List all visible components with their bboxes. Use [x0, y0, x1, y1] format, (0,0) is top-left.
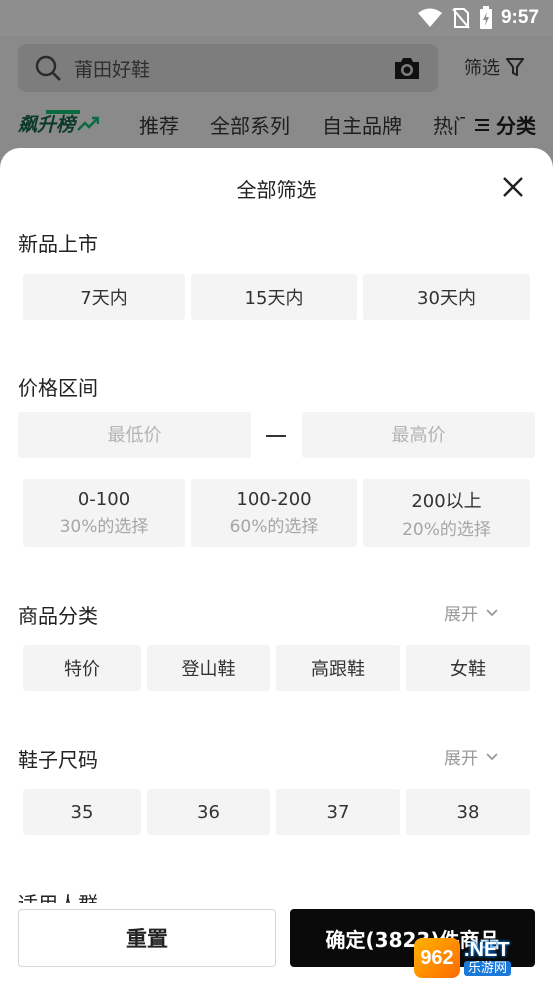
filter-button[interactable]: 筛选 [464, 54, 524, 80]
watermark-badge: 962 [414, 938, 460, 978]
filter-sheet: 全部筛选 新品上市 7天内 15天内 30天内 价格区间 0-100 30%的选… [0, 148, 553, 983]
watermark-cn: 乐游网 [464, 960, 512, 977]
watermark-logo: 962 .NET 乐游网 [414, 936, 550, 980]
watermark-net: .NET [464, 938, 510, 961]
min-price-input[interactable] [18, 412, 251, 458]
category-option[interactable]: 高跟鞋 [276, 645, 400, 691]
price-range-option[interactable]: 100-200 60%的选择 [191, 479, 357, 547]
category-title: 商品分类 [18, 604, 98, 628]
sheet-title: 全部筛选 [236, 178, 317, 202]
close-icon[interactable] [500, 174, 526, 200]
reset-button[interactable]: 重置 [18, 909, 276, 967]
battery-charging-icon [479, 6, 492, 29]
new-arrivals-option[interactable]: 7天内 [23, 274, 185, 320]
price-range-title: 价格区间 [18, 376, 98, 400]
size-option[interactable]: 35 [23, 789, 141, 835]
chevron-down-icon [486, 608, 498, 616]
size-title: 鞋子尺码 [18, 748, 98, 772]
page-header: 莆田好鞋 筛选 飙升榜 推荐 全部系列 自主品牌 热门 分类 [0, 36, 553, 148]
tab-own-brand[interactable]: 自主品牌 [322, 110, 402, 139]
category-option[interactable]: 女鞋 [406, 645, 530, 691]
category-option[interactable]: 登山鞋 [147, 645, 270, 691]
size-option[interactable]: 36 [147, 789, 270, 835]
status-time: 9:57 [500, 7, 539, 28]
tab-hot[interactable]: 热门 [433, 110, 465, 139]
status-bar: 9:57 [0, 0, 553, 36]
range-dash [266, 435, 286, 437]
search-icon [35, 55, 61, 81]
camera-icon[interactable] [392, 54, 422, 82]
max-price-input[interactable] [302, 412, 535, 458]
list-icon [475, 118, 489, 131]
wifi-icon [417, 8, 442, 27]
size-option[interactable]: 38 [406, 789, 530, 835]
size-expand[interactable]: 展开 [444, 744, 498, 769]
category-button[interactable]: 分类 [474, 110, 536, 139]
new-arrivals-option[interactable]: 15天内 [191, 274, 357, 320]
funnel-icon [506, 58, 524, 76]
search-bar[interactable]: 莆田好鞋 [18, 44, 438, 92]
filter-label: 筛选 [464, 58, 500, 79]
trend-up-icon [77, 116, 100, 131]
search-input[interactable]: 莆田好鞋 [74, 55, 392, 82]
price-range-option[interactable]: 0-100 30%的选择 [23, 479, 185, 547]
tab-trending[interactable]: 飙升榜 [18, 110, 100, 137]
new-arrivals-option[interactable]: 30天内 [363, 274, 530, 320]
category-option[interactable]: 特价 [23, 645, 141, 691]
price-range-option[interactable]: 200以上 20%的选择 [363, 479, 530, 547]
tab-all-series[interactable]: 全部系列 [210, 110, 290, 139]
size-option[interactable]: 37 [276, 789, 400, 835]
no-sim-icon [452, 8, 470, 29]
new-arrivals-title: 新品上市 [18, 232, 98, 256]
chevron-down-icon [486, 752, 498, 760]
category-expand[interactable]: 展开 [444, 600, 498, 625]
tab-indicator [46, 110, 80, 114]
tab-bar: 飙升榜 推荐 全部系列 自主品牌 热门 分类 [0, 102, 553, 148]
tab-recommend[interactable]: 推荐 [139, 110, 179, 139]
